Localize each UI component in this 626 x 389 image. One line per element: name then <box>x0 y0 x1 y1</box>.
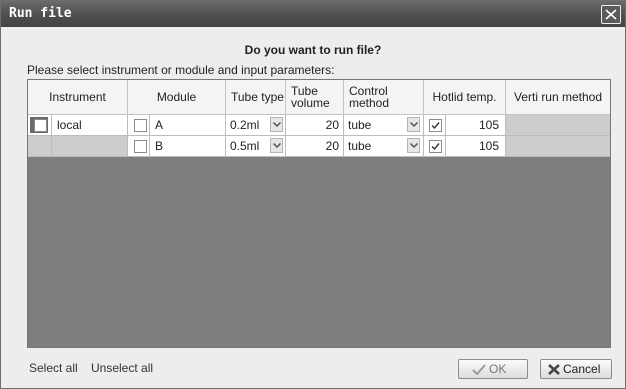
verti-run-method-cell <box>506 136 610 157</box>
header-control-method[interactable]: Control method <box>344 80 424 115</box>
tube-type-select[interactable]: 0.2ml <box>226 115 286 136</box>
table-row[interactable]: local A 0.2ml 20 tube 105 <box>28 115 610 136</box>
tube-type-value: 0.2ml <box>230 118 260 132</box>
tube-volume-input[interactable]: 20 <box>286 115 344 136</box>
hotlid-select-cell <box>424 115 446 136</box>
tube-type-dropdown-button[interactable] <box>270 117 283 132</box>
chevron-down-icon <box>410 143 418 148</box>
instrument-name: local <box>52 115 128 136</box>
select-all-link[interactable]: Select all <box>29 361 78 375</box>
header-verti-run-method[interactable]: Verti run method <box>506 80 610 115</box>
header-hotlid-temp[interactable]: Hotlid temp. <box>424 80 506 115</box>
module-select-cell <box>128 115 150 136</box>
table-header: Instrument Module Tube type Tube volume … <box>28 80 610 115</box>
instrument-select-cell <box>28 115 52 136</box>
module-select-cell <box>128 136 150 157</box>
close-icon <box>605 9 617 20</box>
verti-run-method-cell <box>506 115 610 136</box>
tube-volume-input[interactable]: 20 <box>286 136 344 157</box>
header-tube-type[interactable]: Tube type <box>226 80 286 115</box>
hotlid-temp-input[interactable]: 105 <box>446 136 506 157</box>
instrument-name <box>52 136 128 157</box>
module-name: A <box>150 115 226 136</box>
control-method-select[interactable]: tube <box>344 115 424 136</box>
run-file-dialog: Run file Do you want to run file? Please… <box>0 0 626 389</box>
control-method-value: tube <box>348 139 372 153</box>
cancel-button[interactable]: Cancel <box>540 359 612 379</box>
x-icon <box>548 364 560 375</box>
checkmark-icon <box>472 364 486 375</box>
header-module[interactable]: Module <box>128 80 226 115</box>
hotlid-temp-input[interactable]: 105 <box>446 115 506 136</box>
chevron-down-icon <box>410 122 418 127</box>
unselect-all-link[interactable]: Unselect all <box>91 361 153 375</box>
hotlid-select-cell <box>424 136 446 157</box>
tube-type-value: 0.5ml <box>230 139 260 153</box>
module-name: B <box>150 136 226 157</box>
control-method-dropdown-button[interactable] <box>407 117 420 132</box>
close-button[interactable] <box>601 5 621 24</box>
header-instrument[interactable]: Instrument <box>28 80 128 115</box>
control-method-value: tube <box>348 118 372 132</box>
parameters-table: Instrument Module Tube type Tube volume … <box>27 79 611 348</box>
chevron-down-icon <box>273 122 281 127</box>
module-checkbox[interactable] <box>134 119 147 132</box>
hotlid-checkbox[interactable] <box>429 119 442 132</box>
title-bar: Run file <box>1 1 625 27</box>
instrument-checkbox[interactable] <box>34 119 47 132</box>
cancel-label: Cancel <box>563 362 601 376</box>
control-method-select[interactable]: tube <box>344 136 424 157</box>
module-checkbox[interactable] <box>134 140 147 153</box>
ok-label: OK <box>489 362 507 376</box>
instrument-select-cell <box>28 136 52 157</box>
ok-button[interactable]: OK <box>458 359 528 379</box>
chevron-down-icon <box>273 143 281 148</box>
hotlid-checkbox[interactable] <box>429 140 442 153</box>
header-tube-volume[interactable]: Tube volume <box>286 80 344 115</box>
dialog-instruction: Please select instrument or module and i… <box>27 63 335 77</box>
control-method-dropdown-button[interactable] <box>407 138 420 153</box>
dialog-question: Do you want to run file? <box>244 43 382 57</box>
tube-type-dropdown-button[interactable] <box>270 138 283 153</box>
checkmark-icon <box>431 122 440 130</box>
checkmark-icon <box>431 143 440 151</box>
tube-type-select[interactable]: 0.5ml <box>226 136 286 157</box>
window-title: Run file <box>9 6 72 21</box>
table-row[interactable]: B 0.5ml 20 tube 105 <box>28 136 610 157</box>
